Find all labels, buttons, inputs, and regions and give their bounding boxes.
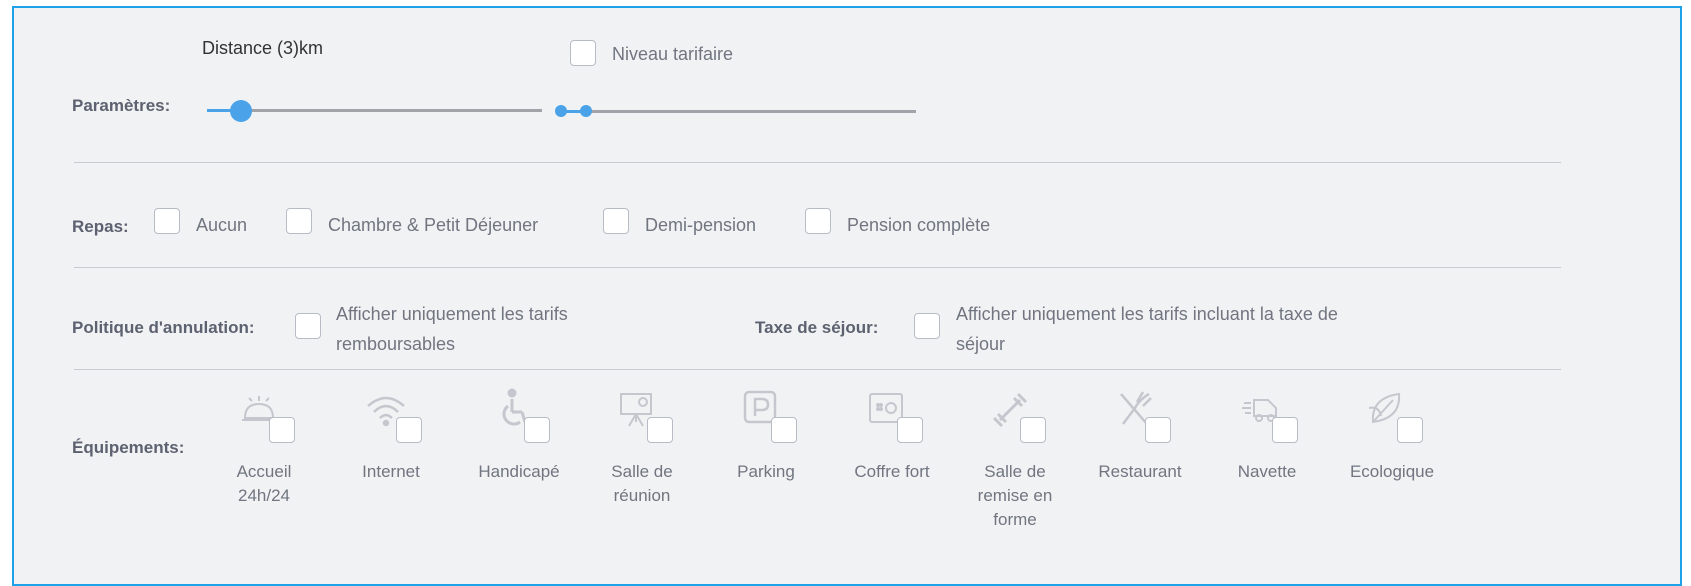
- equipement-label-line: Salle de: [984, 462, 1046, 481]
- repas-pension-complete-label: Pension complète: [847, 215, 991, 235]
- equipement-label-line: Parking: [737, 462, 795, 481]
- equipement-checkbox[interactable]: [897, 417, 923, 443]
- equipement-label-line: réunion: [613, 486, 671, 505]
- taxe-sejour-label: Taxe de séjour:: [755, 318, 879, 337]
- separator: [74, 369, 1561, 370]
- repas-chambre-petit-dejeuner-label: Chambre & Petit Déjeuner: [328, 215, 539, 235]
- equipement-checkbox[interactable]: [1145, 417, 1171, 443]
- repas-label: Repas:: [72, 217, 129, 236]
- politique-annulation-option-line2: remboursables: [336, 334, 456, 354]
- equipement-label-line: Coffre fort: [854, 462, 930, 481]
- equipement-label: Navette: [1212, 460, 1322, 484]
- equipement-label: Restaurant: [1085, 460, 1195, 484]
- equipement-label: Ecologique: [1337, 460, 1447, 484]
- equipement-label: Internet: [336, 460, 446, 484]
- equipement-checkbox[interactable]: [1397, 417, 1423, 443]
- equipement-label-line: forme: [993, 510, 1037, 529]
- repas-aucun-label: Aucun: [196, 215, 248, 235]
- repas-aucun-checkbox[interactable]: [154, 208, 180, 234]
- niveau-tarifaire-checkbox[interactable]: [570, 40, 596, 66]
- equipement-label: Parking: [711, 460, 821, 484]
- equipement-checkbox[interactable]: [1020, 417, 1046, 443]
- distance-slider-thumb[interactable]: [230, 100, 252, 122]
- equipement-label: Handicapé: [464, 460, 574, 484]
- repas-demi-pension-label: Demi-pension: [645, 215, 757, 235]
- taxe-sejour-option-line1: Afficher uniquement les tarifs incluant …: [956, 304, 1338, 324]
- equipement-checkbox[interactable]: [269, 417, 295, 443]
- filters-panel: Distance (3)km Paramètres: Niveau tarifa…: [12, 6, 1682, 586]
- repas-chambre-petit-dejeuner-checkbox[interactable]: [286, 208, 312, 234]
- taxe-sejour-option: Afficher uniquement les tarifs incluant …: [956, 299, 1338, 359]
- politique-annulation-option: Afficher uniquement les tarifs remboursa…: [336, 299, 568, 359]
- equipement-label: Salle de remise en forme: [960, 460, 1070, 532]
- taxe-sejour-option-line2: séjour: [956, 334, 1006, 354]
- separator: [74, 162, 1561, 163]
- equipement-checkbox[interactable]: [771, 417, 797, 443]
- equipement-checkbox[interactable]: [524, 417, 550, 443]
- repas-pension-complete-checkbox[interactable]: [805, 208, 831, 234]
- equipement-checkbox[interactable]: [396, 417, 422, 443]
- parametres-label: Paramètres:: [72, 96, 171, 115]
- equipements-label: Équipements:: [72, 438, 185, 457]
- separator: [74, 267, 1561, 268]
- equipement-label-line: Ecologique: [1349, 462, 1435, 481]
- politique-annulation-option-line1: Afficher uniquement les tarifs: [336, 304, 568, 324]
- politique-annulation-label: Politique d'annulation:: [72, 318, 255, 337]
- politique-annulation-checkbox[interactable]: [295, 313, 321, 339]
- price-range-max-thumb[interactable]: [580, 105, 592, 117]
- distance-slider-track: [237, 109, 542, 112]
- niveau-tarifaire-label: Niveau tarifaire: [612, 44, 734, 64]
- equipement-label-line: Salle de: [611, 462, 673, 481]
- equipement-label-line: Handicapé: [478, 462, 560, 481]
- price-range-track: [586, 110, 916, 113]
- equipement-label-line: 24h/24: [238, 486, 290, 505]
- equipement-label: Accueil 24h/24: [209, 460, 319, 508]
- equipement-label: Salle de réunion: [587, 460, 697, 508]
- equipement-checkbox[interactable]: [1272, 417, 1298, 443]
- price-range-min-thumb[interactable]: [555, 105, 567, 117]
- taxe-sejour-checkbox[interactable]: [914, 313, 940, 339]
- equipement-label-line: Restaurant: [1098, 462, 1182, 481]
- equipement-label-line: Internet: [362, 462, 420, 481]
- distance-label: Distance (3)km: [202, 38, 324, 58]
- repas-demi-pension-checkbox[interactable]: [603, 208, 629, 234]
- equipement-label-line: remise en: [977, 486, 1053, 505]
- equipement-label-line: Accueil: [236, 462, 292, 481]
- equipement-checkbox[interactable]: [647, 417, 673, 443]
- equipement-label: Coffre fort: [837, 460, 947, 484]
- equipement-label-line: Navette: [1237, 462, 1297, 481]
